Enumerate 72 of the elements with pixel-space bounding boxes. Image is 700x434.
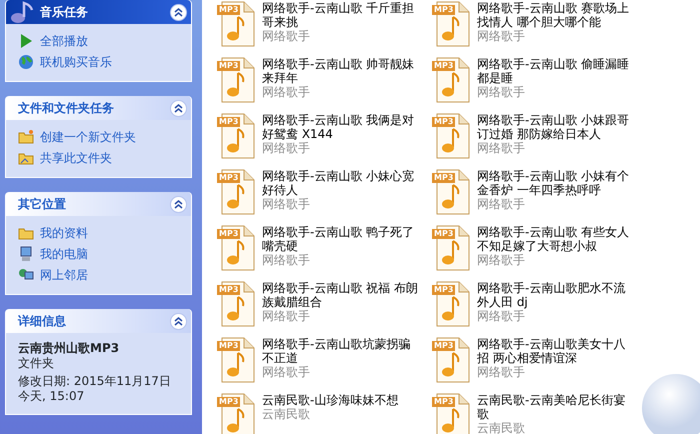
file-title: 网络歌手-云南山歌 偷睡漏睡都是睡 — [477, 57, 630, 85]
task-link[interactable]: 我的资料 — [18, 224, 181, 242]
file-artist: 网络歌手 — [477, 85, 526, 99]
file-title: 网络歌手-云南山歌 我俩是对好鸳鸯 X144 — [262, 113, 416, 141]
file-type-label: MP3 — [432, 173, 456, 183]
file-name: 云南贵州山歌MP3 — [18, 341, 120, 356]
file-type-label: MP3 — [217, 173, 240, 183]
file-type-label: MP3 — [432, 229, 456, 239]
file-artist: 网络歌手 — [262, 365, 311, 379]
file-artist: 网络歌手 — [477, 29, 526, 43]
file-type-label: MP3 — [217, 117, 240, 127]
bubble-drawing — [640, 372, 700, 434]
file-artist: 网络歌手 — [477, 309, 526, 323]
file-title: 网络歌手-云南山歌美女十八招 两心相爱情谊深 — [477, 337, 626, 365]
file-artist: 网络歌手 — [262, 29, 311, 43]
file-type: 文件夹 — [18, 356, 55, 371]
file-type-label: MP3 — [217, 397, 240, 407]
file-artist: 网络歌手 — [262, 253, 311, 267]
file-artist: 网络歌手 — [262, 309, 311, 323]
file-type-label: MP3 — [432, 61, 456, 71]
file-title: 网络歌手-云南山歌 小妹心宽好待人 — [262, 169, 416, 197]
task-link[interactable]: 创建一个新文件夹 — [18, 128, 181, 146]
collapse-icon[interactable] — [170, 4, 187, 20]
file-title: 网络歌手-云南山歌 赛歌场上找情人 哪个胆大哪个能 — [477, 1, 630, 29]
computer-icon — [18, 246, 34, 262]
file-artist: 网络歌手 — [262, 85, 311, 99]
panel-title: 音乐任务 — [40, 4, 88, 21]
music-note-icon — [10, 1, 34, 23]
task-link[interactable]: 我的电脑 — [18, 245, 181, 263]
file-type-label: MP3 — [217, 61, 240, 71]
file-artist: 网络歌手 — [477, 141, 526, 155]
file-type-label: MP3 — [432, 397, 456, 407]
panel-title: 其它位置 — [18, 196, 66, 213]
file-title: 网络歌手-云南山歌肥水不流外人田 dj — [477, 281, 626, 309]
task-link[interactable]: 全部播放 — [18, 32, 181, 50]
file-title: 网络歌手-云南山歌 小妹跟哥订过婚 那防嫁给日本人 — [477, 113, 630, 141]
file-title: 网络歌手-云南山歌 有些女人不知足嫁了大哥想小叔 — [477, 225, 630, 253]
task-link[interactable]: 联机购买音乐 — [18, 53, 181, 71]
folder-icon — [18, 129, 34, 145]
file-artist: 网络歌手 — [477, 253, 526, 267]
file-artist: 云南民歌 — [262, 407, 311, 421]
file-title: 网络歌手-云南山歌 帅哥靓妹来拜年 — [262, 57, 416, 85]
file-artist: 网络歌手 — [477, 197, 526, 211]
file-title: 网络歌手-云南山歌 鸭子死了嘴壳硬 — [262, 225, 416, 253]
file-artist: 网络歌手 — [477, 365, 526, 379]
panel-title: 详细信息 — [18, 313, 66, 330]
file-type-label: MP3 — [432, 117, 456, 127]
play-icon — [18, 33, 34, 49]
file-artist: 网络歌手 — [262, 197, 311, 211]
file-title: 网络歌手-云南山歌 小妹有个金香炉 一年四季热呼呼 — [477, 169, 630, 197]
file-type-label: MP3 — [217, 341, 240, 351]
file-type-label: MP3 — [217, 5, 240, 15]
collapse-icon[interactable] — [170, 196, 187, 212]
file-type-label: MP3 — [217, 229, 240, 239]
file-artist: 网络歌手 — [262, 141, 311, 155]
file-type-label: MP3 — [432, 5, 456, 15]
task-link[interactable]: 共享此文件夹 — [18, 149, 181, 167]
file-type-label: MP3 — [432, 285, 456, 295]
file-type-label: MP3 — [432, 341, 456, 351]
file-title: 云南民歌-山珍海味妹不想 — [262, 393, 400, 407]
globe-icon — [18, 54, 34, 70]
modified-date: 修改日期: 2015年11月17日今天, 15:07 — [18, 374, 172, 404]
file-title: 网络歌手-云南山歌 千斤重担哥来挑 — [262, 1, 416, 29]
panel-title: 文件和文件夹任务 — [18, 100, 114, 117]
file-type-label: MP3 — [217, 285, 240, 295]
collapse-icon[interactable] — [170, 312, 187, 330]
file-title: 网络歌手-云南山歌 祝福 布朗族戴腊组合 — [262, 281, 419, 309]
collapse-icon[interactable] — [170, 100, 187, 116]
file-title: 云南民歌-云南美哈尼长街宴歌 — [477, 393, 626, 421]
file-title: 网络歌手-云南山歌坑蒙拐骗不正道 — [262, 337, 412, 365]
file-artist: 云南民歌 — [477, 421, 526, 434]
task-link[interactable]: 网上邻居 — [18, 266, 181, 284]
